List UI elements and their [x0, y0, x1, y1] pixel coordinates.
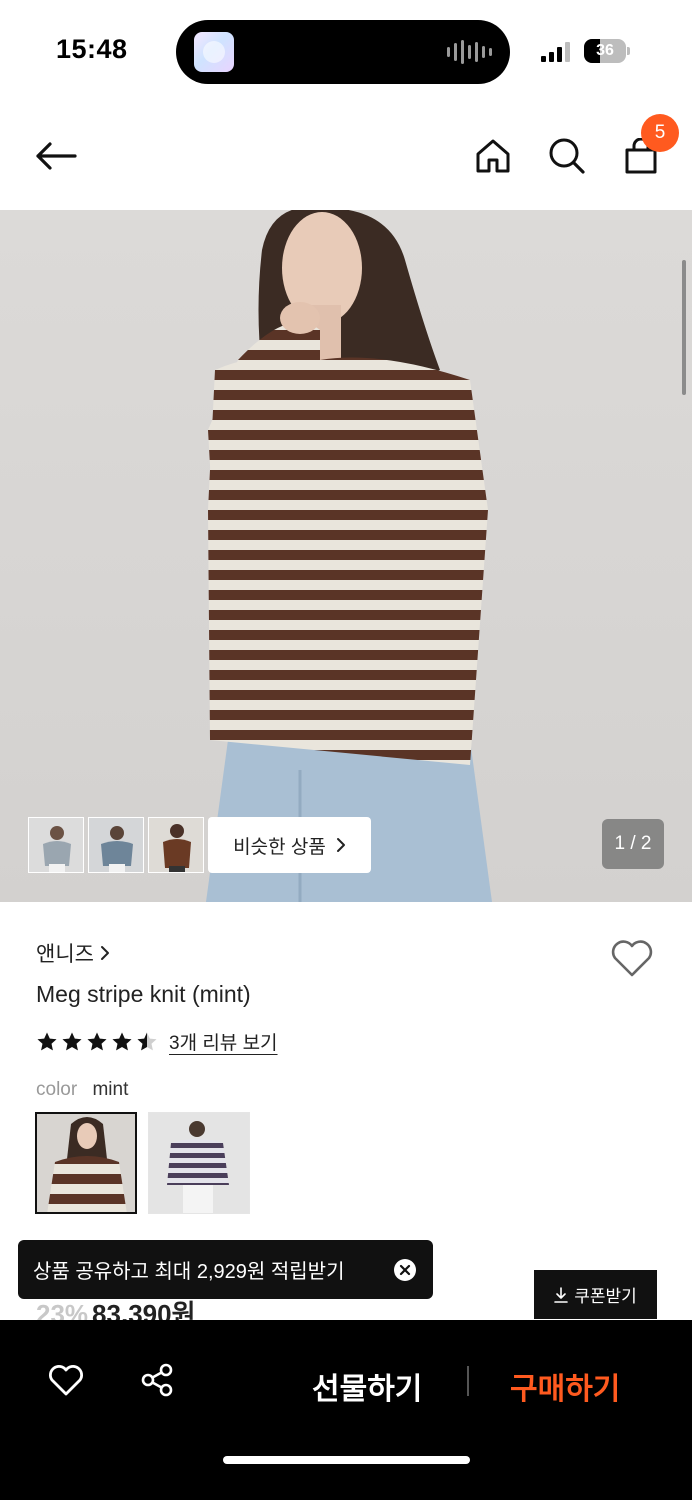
- battery-icon: 36: [584, 39, 626, 63]
- gallery-thumbnail-2[interactable]: [88, 817, 144, 873]
- toast-close-button[interactable]: [394, 1259, 416, 1281]
- share-icon: [141, 1363, 173, 1397]
- home-indicator[interactable]: [223, 1456, 470, 1464]
- home-button[interactable]: [471, 134, 515, 178]
- similar-products-button[interactable]: 비슷한 상품: [208, 817, 371, 873]
- product-title: Meg stripe knit (mint): [36, 981, 251, 1007]
- cart-button[interactable]: 5: [619, 114, 679, 178]
- rating-stars: [36, 1031, 158, 1052]
- status-bar: 15:48 36: [0, 0, 692, 100]
- status-time: 15:48: [56, 34, 128, 64]
- battery-level: 36: [596, 42, 614, 59]
- cart-count-badge: 5: [641, 114, 679, 152]
- coupon-download-button[interactable]: 쿠폰받기: [534, 1270, 657, 1319]
- gallery-thumbnail-1[interactable]: [28, 817, 84, 873]
- selected-color: mint: [92, 1079, 129, 1100]
- chevron-right-icon: [336, 838, 345, 852]
- home-icon: [476, 139, 510, 173]
- gift-button[interactable]: 선물하기: [312, 1364, 422, 1408]
- battery-tip: [627, 47, 630, 55]
- bottom-action-bar: 선물하기 구매하기: [0, 1320, 692, 1500]
- product-main-image: [206, 210, 492, 902]
- color-swatch-other[interactable]: [148, 1112, 250, 1214]
- star-icon: [62, 1032, 82, 1051]
- heart-icon[interactable]: [610, 938, 654, 978]
- arrow-left-icon: [36, 142, 77, 170]
- color-label: color: [36, 1079, 78, 1100]
- rating-row: 3개 리뷰 보기: [36, 1028, 278, 1055]
- audio-wave-icon: [447, 40, 492, 64]
- gallery-thumbnail-3[interactable]: [148, 817, 204, 873]
- color-row: color mint: [36, 1079, 128, 1101]
- star-icon: [112, 1032, 132, 1051]
- star-icon: [87, 1032, 107, 1051]
- bar-divider: [467, 1366, 469, 1396]
- top-nav: 5: [0, 100, 692, 210]
- star-icon: [137, 1032, 157, 1051]
- chevron-right-icon: [100, 946, 109, 960]
- buy-button[interactable]: 구매하기: [510, 1364, 620, 1408]
- star-icon: [37, 1032, 57, 1051]
- wishlist-button[interactable]: [46, 1360, 86, 1400]
- brand-name: 앤니즈: [36, 943, 94, 966]
- product-image-gallery[interactable]: 비슷한 상품 1 / 2: [0, 210, 692, 902]
- color-swatch-mint[interactable]: [35, 1112, 137, 1214]
- similar-products-label: 비슷한 상품: [233, 836, 326, 858]
- page-scrollbar[interactable]: [682, 260, 686, 395]
- now-playing-artwork: [194, 32, 234, 72]
- brand-link[interactable]: 앤니즈: [36, 938, 110, 968]
- share-reward-toast[interactable]: 상품 공유하고 최대 2,929원 적립받기: [18, 1240, 433, 1299]
- sale-price: 83,390원: [92, 1299, 196, 1320]
- heart-icon: [49, 1365, 83, 1396]
- back-button[interactable]: [34, 134, 78, 178]
- toast-message: 상품 공유하고 최대 2,929원 적립받기: [33, 1261, 345, 1283]
- image-page-counter: 1 / 2: [602, 819, 664, 869]
- dynamic-island[interactable]: [176, 20, 510, 84]
- download-icon: [554, 1286, 569, 1303]
- discount-rate: 23%: [36, 1299, 89, 1320]
- share-button[interactable]: [137, 1360, 177, 1400]
- close-icon: [399, 1264, 411, 1276]
- cellular-signal-icon: [541, 40, 570, 62]
- review-link[interactable]: 3개 리뷰 보기: [169, 1028, 278, 1055]
- search-button[interactable]: [545, 134, 589, 178]
- coupon-label: 쿠폰받기: [574, 1287, 637, 1306]
- search-icon: [549, 138, 585, 174]
